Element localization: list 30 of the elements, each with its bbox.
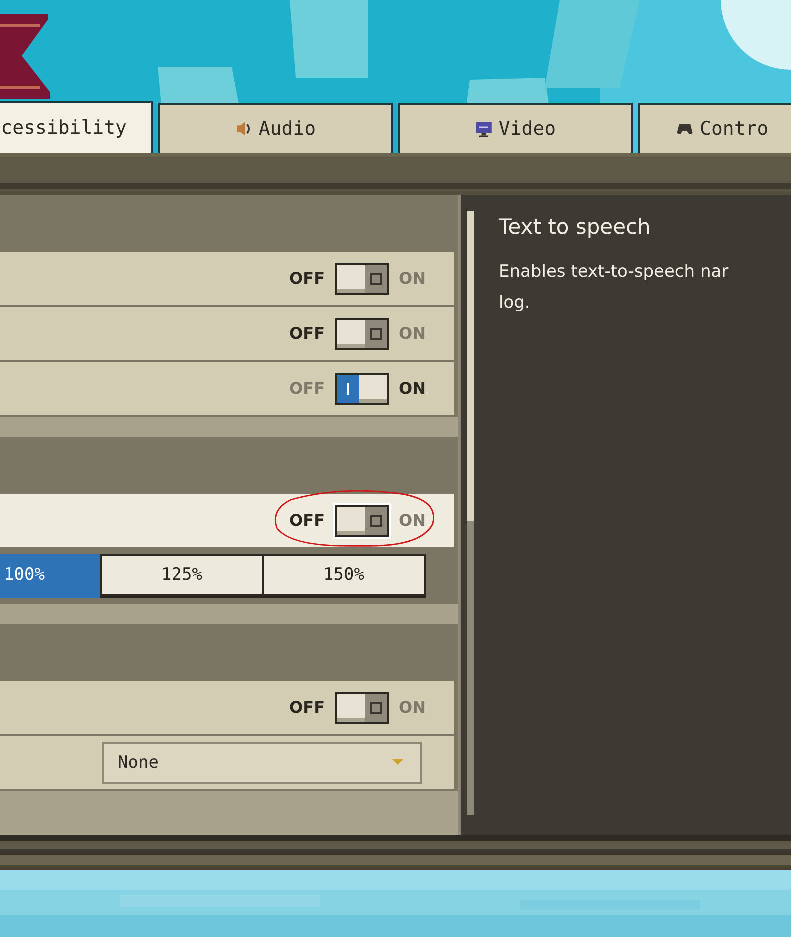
settings-tab[interactable]: Video <box>398 103 633 153</box>
off-label: OFF <box>290 698 325 717</box>
toggle-switch[interactable] <box>335 318 389 350</box>
toggle-switch[interactable] <box>335 372 389 404</box>
off-label: OFF <box>290 379 325 398</box>
monitor-icon <box>474 120 493 138</box>
on-label: ON <box>399 379 426 398</box>
speaker-icon <box>234 120 253 138</box>
settings-tab[interactable]: Audio <box>158 103 393 153</box>
description-title: Text to speech <box>499 215 652 239</box>
scale-option[interactable]: 150% <box>262 554 426 598</box>
toggle-switch[interactable] <box>335 504 389 536</box>
off-label: OFF <box>290 511 325 530</box>
on-label: ON <box>399 269 426 288</box>
scale-option[interactable]: 100% <box>0 554 102 598</box>
on-label: ON <box>399 324 426 343</box>
off-label: OFF <box>290 324 325 343</box>
off-label: OFF <box>290 269 325 288</box>
on-label: ON <box>399 698 426 717</box>
scale-option[interactable]: 125% <box>100 554 264 598</box>
dropdown[interactable]: None <box>102 742 422 784</box>
on-label: ON <box>399 511 426 530</box>
toggle-switch[interactable] <box>335 692 389 724</box>
description-text: log. <box>499 292 532 315</box>
settings-tab[interactable]: cessibility <box>0 101 153 153</box>
logo-icon <box>0 14 50 99</box>
toggle-switch[interactable] <box>335 262 389 294</box>
caret-icon <box>392 759 404 766</box>
settings-tab[interactable]: Contro <box>638 103 791 153</box>
description-text: Enables text-to-speech nar <box>499 261 730 284</box>
